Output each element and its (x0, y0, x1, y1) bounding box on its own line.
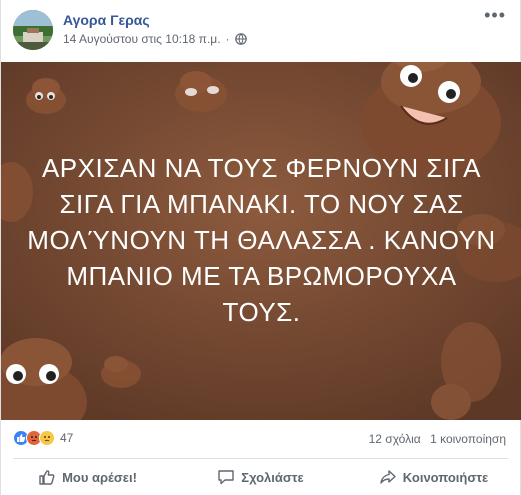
share-button[interactable]: Κοινοποιήστε (347, 460, 520, 494)
like-button[interactable]: Μου αρέσει! (1, 460, 174, 494)
post-background-image: ΑΡΧΙΣΑΝ ΝΑ ΤΟΥΣ ΦΕΡΝΟΥΝ ΣΙΓΑ ΣΙΓΑ ΓΙΑ ΜΠ… (1, 62, 521, 420)
post-stats: 47 12 σχόλια 1 κοινοποίηση (1, 424, 520, 452)
shares-count-link[interactable]: 1 κοινοποίηση (430, 432, 506, 446)
comment-label: Σχολιάστε (241, 469, 304, 485)
avatar-image (13, 10, 53, 50)
actions-divider (13, 458, 508, 459)
more-options-button[interactable]: ••• (484, 6, 506, 24)
share-icon (380, 470, 396, 484)
globe-icon[interactable] (234, 33, 247, 45)
comments-count-link[interactable]: 12 σχόλια (369, 432, 421, 446)
post-author[interactable]: Αγορα Γερας (63, 12, 150, 28)
reaction-count: 47 (60, 431, 74, 445)
comment-button[interactable]: Σχολιάστε (174, 460, 347, 494)
post-card: Αγορα Γερας 14 Αυγούστου στις 10:18 π.μ.… (0, 0, 521, 495)
avatar[interactable] (13, 10, 53, 50)
post-header: Αγορα Γερας 14 Αυγούστου στις 10:18 π.μ.… (1, 0, 520, 58)
like-label: Μου αρέσει! (62, 469, 137, 485)
stats-right: 12 σχόλια 1 κοινοποίηση (363, 432, 506, 446)
reactions-summary[interactable]: 47 (13, 430, 73, 446)
meta-separator: · (225, 32, 230, 46)
post-text: ΑΡΧΙΣΑΝ ΝΑ ΤΟΥΣ ΦΕΡΝΟΥΝ ΣΙΓΑ ΣΙΓΑ ΓΙΑ ΜΠ… (27, 153, 496, 327)
share-label: Κοινοποιήστε (402, 469, 489, 485)
post-timestamp[interactable]: 14 Αυγούστου στις 10:18 π.μ. (63, 32, 221, 46)
thumbs-up-icon (39, 470, 55, 485)
sad-reaction-icon (39, 430, 55, 446)
post-actions: Μου αρέσει! Σχολιάστε Κοινοποιήστε (1, 460, 520, 494)
post-meta: 14 Αυγούστου στις 10:18 π.μ. · (63, 32, 247, 46)
comment-icon (218, 470, 234, 485)
